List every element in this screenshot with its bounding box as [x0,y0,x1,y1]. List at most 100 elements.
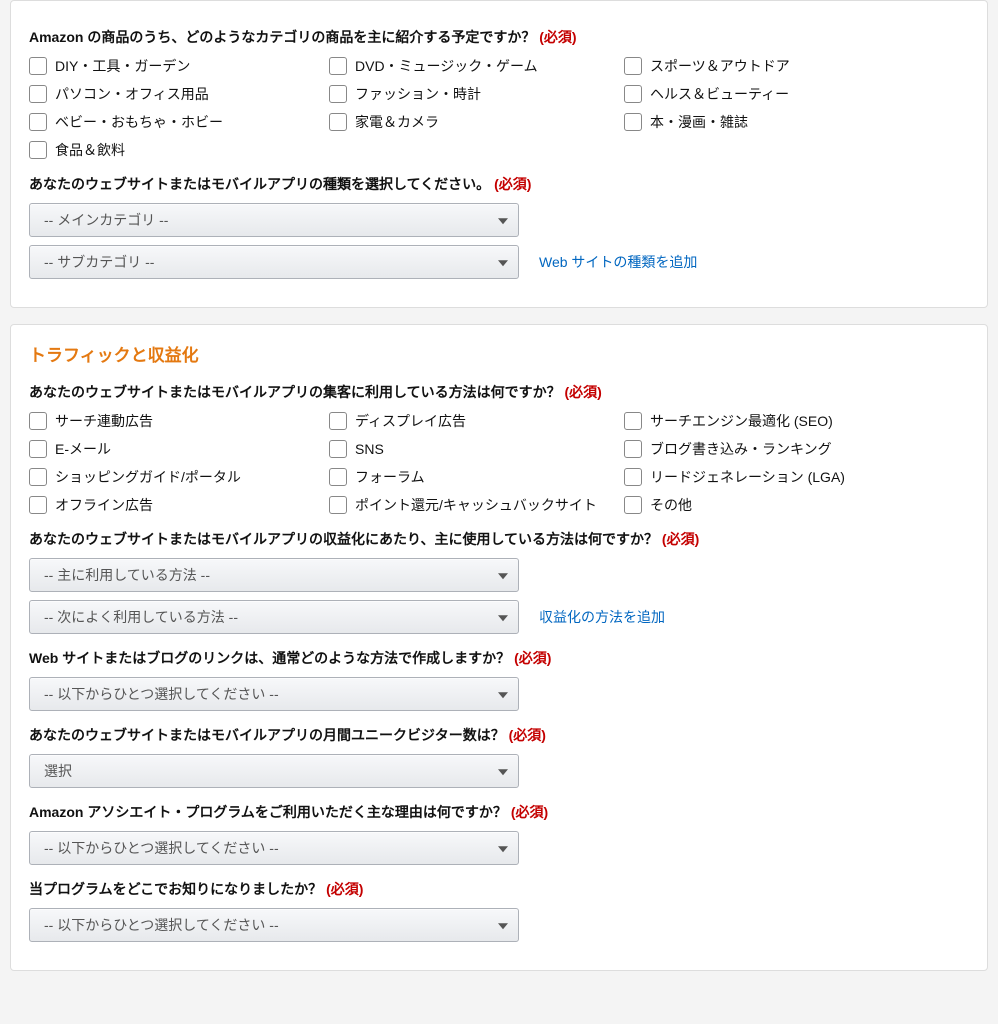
chevron-down-icon [498,573,508,579]
required-badge: (必須) [564,384,601,400]
select-value: -- 主に利用している方法 -- [44,565,210,585]
checkbox-icon[interactable] [624,113,642,131]
main-category-select[interactable]: -- メインカテゴリ -- [29,203,519,237]
checkbox-icon[interactable] [29,468,47,486]
checkbox-label: ディスプレイ広告 [355,411,466,431]
checkbox-icon[interactable] [29,85,47,103]
checkbox-item[interactable]: その他 [624,495,969,515]
checkbox-icon[interactable] [329,85,347,103]
checkbox-item[interactable]: ポイント還元/キャッシュバックサイト [329,495,624,515]
checkbox-icon[interactable] [29,141,47,159]
checkbox-label: SNS [355,441,384,457]
main-reason-select[interactable]: -- 以下からひとつ選択してください -- [29,831,519,865]
checkbox-icon[interactable] [329,440,347,458]
checkbox-icon[interactable] [624,496,642,514]
checkbox-label: ショッピングガイド/ポータル [55,467,241,487]
checkbox-icon[interactable] [29,113,47,131]
checkbox-item[interactable]: 食品＆飲料 [29,140,329,160]
question-text: あなたのウェブサイトまたはモバイルアプリの集客に利用している方法は何ですか？ [29,384,561,400]
checkbox-item[interactable]: ファッション・時計 [329,84,624,104]
secondary-monetization-select[interactable]: -- 次によく利用している方法 -- [29,600,519,634]
checkbox-label: サーチ連動広告 [55,411,153,431]
checkbox-item[interactable]: 本・漫画・雑誌 [624,112,969,132]
checkbox-item[interactable]: リードジェネレーション (LGA) [624,467,969,487]
checkbox-item[interactable]: ヘルス＆ビューティー [624,84,969,104]
checkbox-item[interactable]: 家電＆カメラ [329,112,624,132]
checkbox-item[interactable]: スポーツ＆アウトドア [624,56,969,76]
checkbox-item[interactable]: ディスプレイ広告 [329,411,624,431]
checkbox-item[interactable]: サーチ連動広告 [29,411,329,431]
checkbox-item[interactable]: E-メール [29,439,329,459]
question-text: Amazon アソシエイト・プログラムをご利用いただく主な理由は何ですか？ [29,804,507,820]
select-value: -- 次によく利用している方法 -- [44,607,238,627]
checkbox-icon[interactable] [29,496,47,514]
question-main-reason: Amazon アソシエイト・プログラムをご利用いただく主な理由は何ですか？ (必… [29,802,969,823]
chevron-down-icon [498,769,508,775]
checkbox-label: スポーツ＆アウトドア [650,56,790,76]
checkbox-item[interactable]: SNS [329,439,624,459]
checkbox-item[interactable]: ブログ書き込み・ランキング [624,439,969,459]
checkbox-item[interactable]: ベビー・おもちゃ・ホビー [29,112,329,132]
checkbox-item[interactable]: ショッピングガイド/ポータル [29,467,329,487]
unique-visitors-select[interactable]: 選択 [29,754,519,788]
checkbox-item[interactable]: サーチエンジン最適化 (SEO) [624,411,969,431]
select-value: -- 以下からひとつ選択してください -- [44,838,279,858]
chevron-down-icon [498,615,508,621]
chevron-down-icon [498,692,508,698]
required-badge: (必須) [514,650,551,666]
checkbox-icon[interactable] [329,412,347,430]
question-text: Amazon の商品のうち、どのようなカテゴリの商品を主に紹介する予定ですか？ [29,29,535,45]
select-value: -- 以下からひとつ選択してください -- [44,684,279,704]
checkbox-label: ベビー・おもちゃ・ホビー [55,112,223,132]
add-site-type-link[interactable]: Web サイトの種類を追加 [539,252,697,272]
checkbox-label: DIY・工具・ガーデン [55,56,190,76]
question-text: あなたのウェブサイトまたはモバイルアプリの収益化にあたり、主に使用している方法は… [29,531,658,547]
required-badge: (必須) [509,727,546,743]
question-traffic-methods: あなたのウェブサイトまたはモバイルアプリの集客に利用している方法は何ですか？ (… [29,382,969,403]
checkbox-label: DVD・ミュージック・ゲーム [355,56,538,76]
checkbox-item[interactable]: フォーラム [329,467,624,487]
primary-monetization-select[interactable]: -- 主に利用している方法 -- [29,558,519,592]
checkbox-icon[interactable] [29,412,47,430]
checkbox-icon[interactable] [329,468,347,486]
required-badge: (必須) [511,804,548,820]
question-link-creation: Web サイトまたはブログのリンクは、通常どのような方法で作成しますか？ (必須… [29,648,969,669]
chevron-down-icon [498,260,508,266]
checkbox-icon[interactable] [624,85,642,103]
how-heard-select[interactable]: -- 以下からひとつ選択してください -- [29,908,519,942]
checkbox-label: パソコン・オフィス用品 [55,84,209,104]
question-how-heard: 当プログラムをどこでお知りになりましたか？ (必須) [29,879,969,900]
panel-traffic-monetization: トラフィックと収益化 あなたのウェブサイトまたはモバイルアプリの集客に利用してい… [10,324,988,971]
checkbox-label: ブログ書き込み・ランキング [650,439,832,459]
checkbox-icon[interactable] [329,496,347,514]
required-badge: (必須) [539,29,576,45]
add-monetization-link[interactable]: 収益化の方法を追加 [539,607,665,627]
checkbox-item[interactable]: DIY・工具・ガーデン [29,56,329,76]
checkbox-icon[interactable] [624,412,642,430]
chevron-down-icon [498,923,508,929]
select-value: -- サブカテゴリ -- [44,252,154,272]
categories-grid: DIY・工具・ガーデン DVD・ミュージック・ゲーム スポーツ＆アウトドアパソコン・… [29,56,969,160]
checkbox-icon[interactable] [29,440,47,458]
checkbox-label: その他 [650,495,692,515]
checkbox-icon[interactable] [29,57,47,75]
checkbox-icon[interactable] [329,113,347,131]
checkbox-label: 食品＆飲料 [55,140,125,160]
required-badge: (必須) [326,881,363,897]
checkbox-icon[interactable] [624,57,642,75]
checkbox-label: ファッション・時計 [355,84,481,104]
link-creation-select[interactable]: -- 以下からひとつ選択してください -- [29,677,519,711]
checkbox-icon[interactable] [624,468,642,486]
question-text: あなたのウェブサイトまたはモバイルアプリの種類を選択してください。 [29,176,490,192]
panel-categories: Amazon の商品のうち、どのようなカテゴリの商品を主に紹介する予定ですか？ … [10,0,988,308]
checkbox-icon[interactable] [329,57,347,75]
sub-category-select[interactable]: -- サブカテゴリ -- [29,245,519,279]
checkbox-label: サーチエンジン最適化 (SEO) [650,411,833,431]
checkbox-label: オフライン広告 [55,495,153,515]
checkbox-item[interactable]: DVD・ミュージック・ゲーム [329,56,624,76]
checkbox-item[interactable]: オフライン広告 [29,495,329,515]
chevron-down-icon [498,218,508,224]
checkbox-icon[interactable] [624,440,642,458]
checkbox-item[interactable]: パソコン・オフィス用品 [29,84,329,104]
question-unique-visitors: あなたのウェブサイトまたはモバイルアプリの月間ユニークビジター数は？ (必須) [29,725,969,746]
